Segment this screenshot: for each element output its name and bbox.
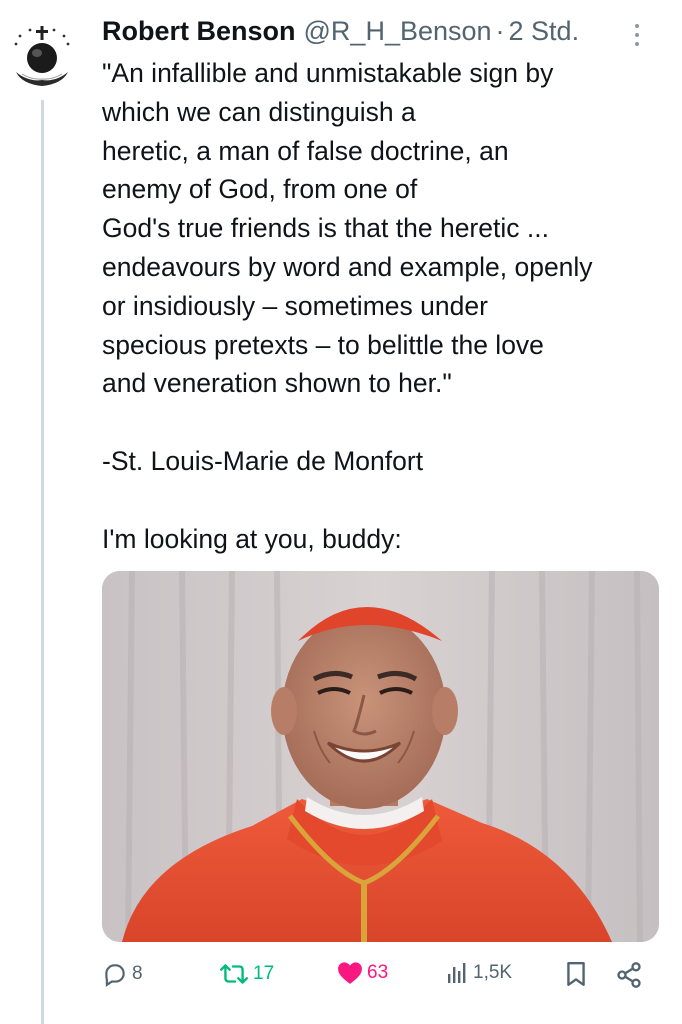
reply-count: 8 [132,963,143,984]
like-button[interactable]: 63 [337,961,388,985]
tweet-line: or insidiously – sometimes under [102,290,488,321]
avatar[interactable] [8,22,76,90]
tweet-actions-bar: 8 17 63 1,5K [102,955,662,999]
reply-icon [105,964,125,987]
quote-attribution: -St. Louis-Marie de Monfort [102,445,424,476]
tweet-line: enemy of God, from one of [102,174,418,205]
tweet-line: "An infallible and unmistakable sign by [102,58,554,88]
cardinal-portrait-image [102,571,659,942]
tweet-line: heretic, a man of false doctrine, an [102,135,509,166]
thread-line [41,100,44,1024]
more-icon[interactable] [632,24,642,54]
like-icon [338,962,362,984]
tweet-line: which we can distinguish a [102,96,416,127]
tweet-line: and veneration shown to her." [102,368,452,399]
bookmark-button[interactable] [564,961,588,987]
share-button[interactable] [615,961,643,989]
like-count: 63 [367,962,389,983]
bookmark-icon [567,961,585,987]
reply-button[interactable]: 8 [102,961,143,987]
header-separator: · [495,16,505,46]
author-name[interactable]: Robert Benson [102,14,296,48]
post-time[interactable]: 2 Std. [509,14,580,48]
tweet-text: "An infallible and unmistakable sign by … [102,54,672,558]
repost-count: 17 [253,963,275,984]
tweet-line: specious pretexts – to belittle the love [102,329,544,360]
tweet-comment: I'm looking at you, buddy: [102,523,402,554]
views-count: 1,5K [473,962,513,983]
share-icon [617,962,641,988]
repost-icon [219,964,249,984]
author-handle[interactable]: @R_H_Benson [304,14,492,48]
avatar-emblem-icon [14,26,70,86]
views-button[interactable]: 1,5K [445,961,512,985]
repost-button[interactable]: 17 [219,961,274,987]
tweet-line: God's true friends is that the heretic .… [102,213,549,244]
views-icon [448,963,466,983]
tweet-photo[interactable] [102,571,659,942]
tweet-line: endeavours by word and example, openly [102,251,593,282]
tweet-header: Robert Benson @R_H_Benson · 2 Std. [102,14,662,48]
